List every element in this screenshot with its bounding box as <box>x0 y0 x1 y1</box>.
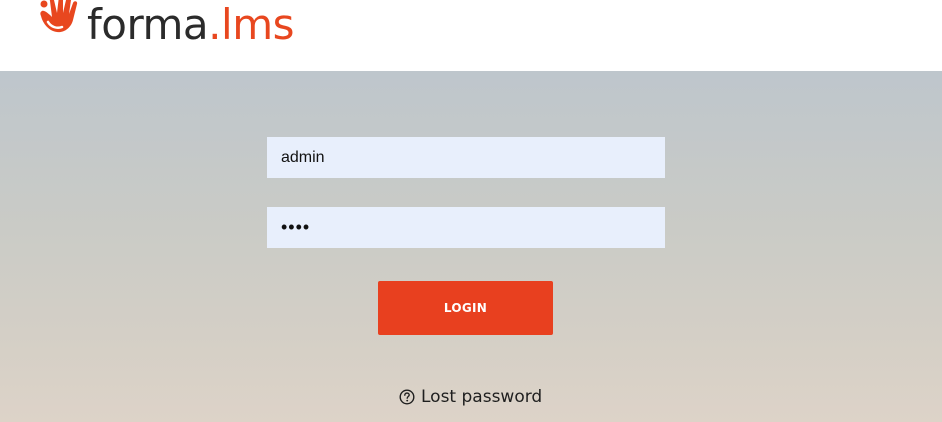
hand-logo-icon <box>40 0 78 33</box>
brand-wordmark: forma.lms <box>87 4 294 46</box>
question-circle-icon <box>399 389 415 405</box>
username-field[interactable] <box>267 137 665 178</box>
brand-logo[interactable]: forma.lms <box>33 0 294 48</box>
brand-word-forma: forma <box>87 0 209 49</box>
login-panel: LOGIN Lost password <box>0 71 942 422</box>
login-button[interactable]: LOGIN <box>378 281 553 335</box>
brand-dot: . <box>208 0 222 49</box>
password-field[interactable] <box>267 207 665 248</box>
lost-password-link[interactable]: Lost password <box>399 387 542 407</box>
header-bar: forma.lms <box>0 0 942 71</box>
login-page: forma.lms LOGIN Lost password <box>0 0 942 422</box>
brand-word-lms: lms <box>221 0 294 49</box>
lost-password-label: Lost password <box>421 387 543 407</box>
